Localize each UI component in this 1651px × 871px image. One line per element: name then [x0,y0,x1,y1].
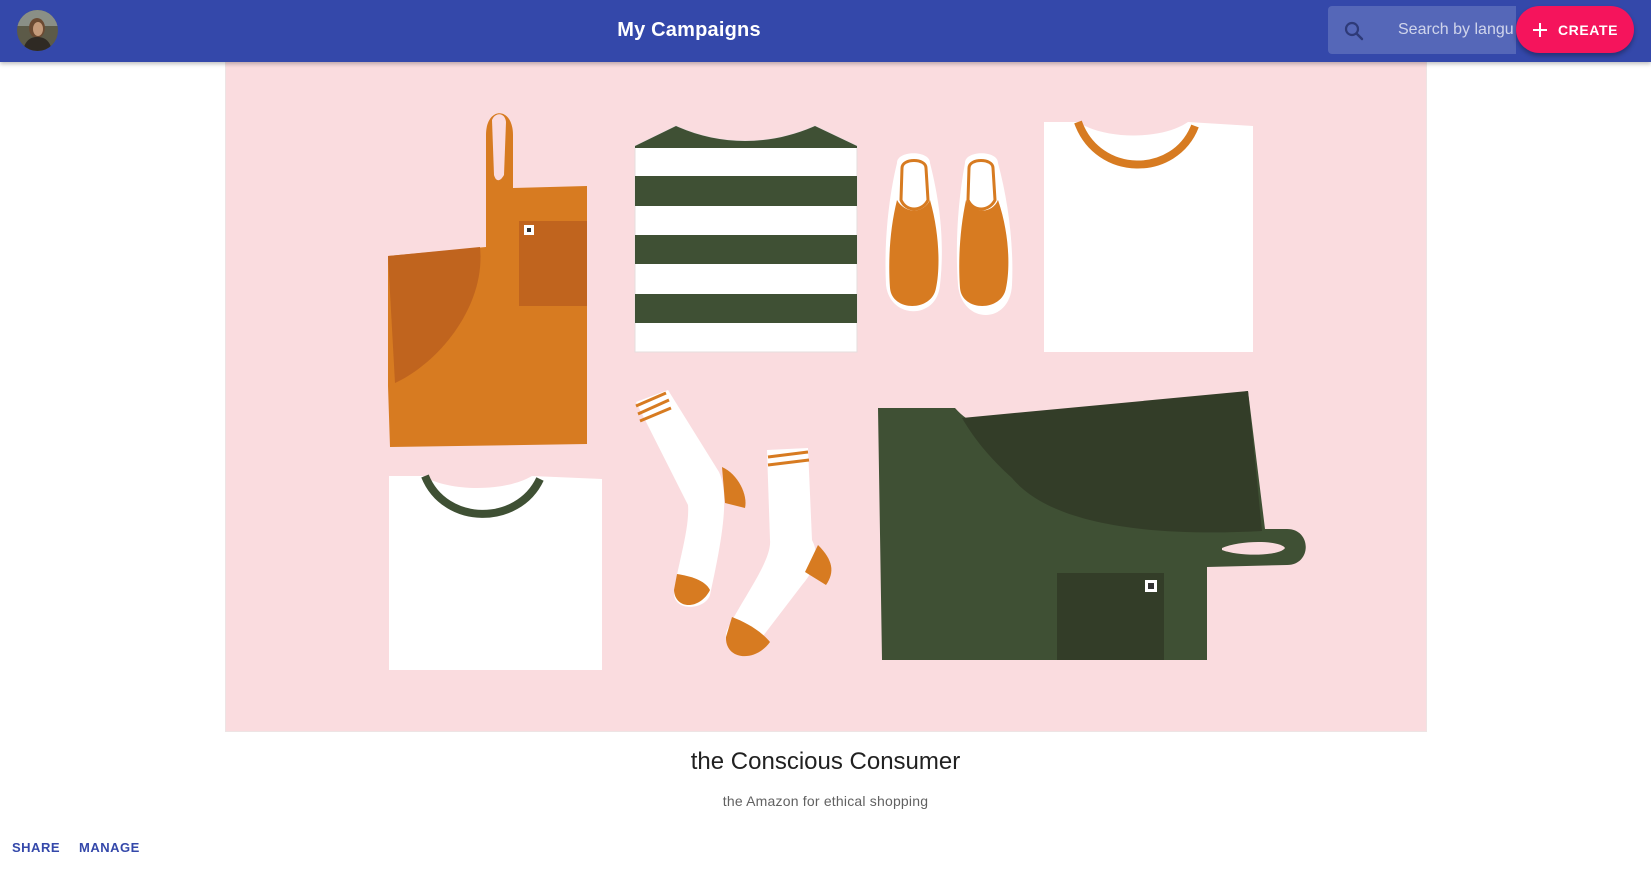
search-icon [1344,21,1364,41]
socks-illustration [635,390,832,657]
white-tshirt-green-collar-illustration [389,474,602,670]
manage-button[interactable]: MANAGE [79,840,140,855]
white-tshirt-orange-collar-illustration [1044,120,1253,352]
campaign-title: the Conscious Consumer [690,748,961,775]
orange-apron-illustration [388,113,587,447]
plus-icon [1532,22,1547,37]
orange-shoes-illustration [885,153,1013,315]
search-box[interactable] [1328,6,1516,54]
search-input[interactable] [1398,16,1514,44]
share-button[interactable]: SHARE [12,840,60,855]
striped-tshirt-illustration [634,125,858,353]
apparel-flatlay-illustration [388,113,1306,670]
create-button[interactable]: CREATE [1516,6,1634,53]
green-apron-illustration [878,391,1306,660]
campaign-subtitle: the Amazon for ethical shopping [722,793,929,809]
app-bar: My Campaigns CREATE [0,0,1651,62]
create-button-label: CREATE [1557,21,1619,38]
page-title: My Campaigns [617,19,761,41]
campaign-cover-image [225,61,1427,732]
